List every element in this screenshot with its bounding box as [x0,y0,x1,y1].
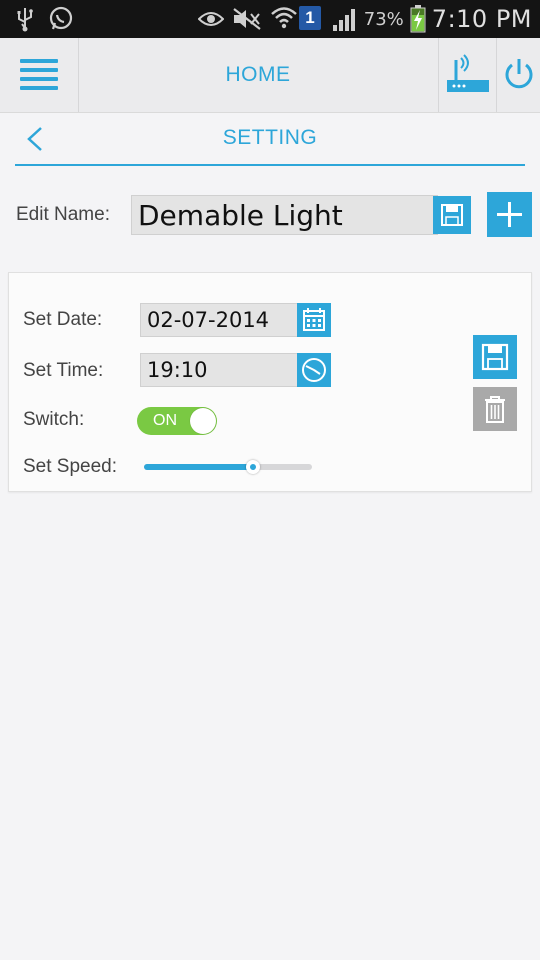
set-date-label: Set Date: [23,309,103,330]
switch-label: Switch: [23,409,85,430]
switch-knob [190,408,216,434]
wifi-icon [271,7,297,29]
router-icon[interactable] [444,54,492,96]
clock-time: 7:10 PM [431,5,532,33]
eye-icon [198,12,224,26]
clock-icon[interactable] [297,353,331,387]
date-field[interactable]: 02-07-2014 [140,303,309,337]
switch-state-label: ON [153,412,177,429]
status-bar: 1 73% 7:10 PM [0,0,540,38]
app-bar: HOME [0,38,540,113]
edit-name-row: Edit Name: [16,192,536,237]
power-icon[interactable] [500,56,538,94]
set-time-label: Set Time: [23,360,104,381]
add-button[interactable] [487,192,532,237]
battery-icon [410,5,426,33]
notification-badge: 1 [299,6,321,30]
save-name-button[interactable] [433,196,471,234]
set-speed-label: Set Speed: [23,456,118,477]
speed-slider-fill [144,464,254,470]
calendar-icon[interactable] [297,303,331,337]
edit-name-label: Edit Name: [16,204,110,225]
signal-icon [332,9,355,31]
whatsapp-icon [49,6,73,30]
usb-icon [17,8,33,32]
speed-slider-thumb[interactable] [246,460,261,474]
battery-percent: 73% [363,8,404,30]
save-schedule-button[interactable] [473,335,517,379]
menu-icon[interactable] [20,59,58,90]
mute-icon [233,8,261,30]
time-field[interactable]: 19:10 [140,353,309,387]
speed-slider[interactable] [144,460,312,474]
app-bar-title: HOME [225,63,291,86]
switch-toggle[interactable]: ON [137,407,217,435]
page-title: SETTING [222,126,318,149]
delete-button[interactable] [473,387,517,431]
name-input[interactable] [131,195,438,235]
schedule-card: Set Date: 02-07-2014 Set Time: 19:10 Swi… [8,272,532,492]
setting-header: SETTING [15,112,525,166]
